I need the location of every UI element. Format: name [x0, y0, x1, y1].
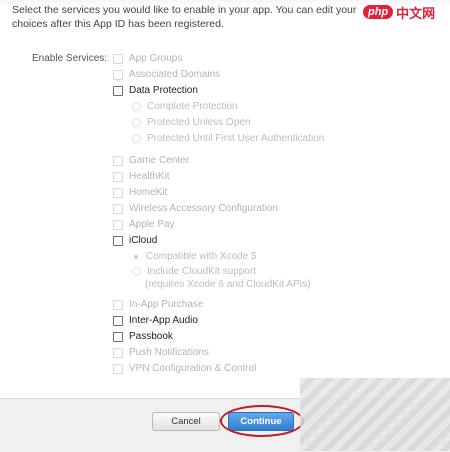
checkbox[interactable] [113, 171, 123, 182]
checkbox[interactable] [113, 299, 123, 310]
pixelated-overlay [300, 378, 450, 451]
data-protection-unless-open[interactable]: Protected Unless Open [132, 117, 250, 128]
highlight-circle [220, 405, 304, 437]
radio-button[interactable] [132, 102, 141, 111]
watermark-php: php [363, 5, 394, 19]
service-apple-pay[interactable]: Apple Pay [113, 219, 175, 230]
checkbox[interactable] [113, 155, 123, 166]
radio-button[interactable] [132, 267, 141, 276]
service-app-groups[interactable]: App Groups [113, 53, 182, 64]
checkbox[interactable] [113, 363, 123, 374]
checkbox[interactable] [113, 315, 123, 326]
checkbox[interactable] [113, 69, 123, 80]
service-icloud[interactable]: iCloud [113, 235, 157, 246]
watermark-cn: 中文网 [396, 5, 436, 21]
radio-button[interactable] [132, 118, 141, 127]
data-protection-until-first-auth[interactable]: Protected Until First User Authenticatio… [132, 133, 324, 144]
service-in-app-purchase[interactable]: In-App Purchase [113, 299, 204, 310]
service-associated-domains[interactable]: Associated Domains [113, 69, 220, 80]
service-homekit[interactable]: HomeKit [113, 187, 167, 198]
intro-text: Select the services you would like to en… [12, 4, 357, 30]
checkbox[interactable] [113, 235, 123, 246]
service-vpn-configuration[interactable]: VPN Configuration & Control [113, 363, 256, 374]
cancel-button[interactable]: Cancel [152, 412, 220, 431]
service-passbook[interactable]: Passbook [113, 331, 173, 342]
icloud-compatible-xcode5[interactable]: Compatible with Xcode 5 [132, 251, 257, 262]
service-inter-app-audio[interactable]: Inter-App Audio [113, 315, 198, 326]
checkbox[interactable] [113, 219, 123, 230]
checkbox[interactable] [113, 203, 123, 214]
watermark-logo: php 中文网 [363, 0, 450, 24]
checkbox[interactable] [113, 85, 123, 96]
checkbox[interactable] [113, 187, 123, 198]
service-game-center[interactable]: Game Center [113, 155, 189, 166]
service-data-protection[interactable]: Data Protection [113, 85, 198, 96]
icloud-include-cloudkit[interactable]: Include CloudKit support [132, 266, 256, 277]
checkbox[interactable] [113, 53, 123, 64]
checkbox[interactable] [113, 347, 123, 358]
radio-selected-icon[interactable] [134, 254, 138, 259]
icloud-cloudkit-note: (requires Xcode 6 and CloudKit APIs) [145, 279, 311, 290]
enable-services-label: Enable Services: [32, 53, 108, 64]
checkbox[interactable] [113, 331, 123, 342]
service-push-notifications[interactable]: Push Notifications [113, 347, 209, 358]
radio-button[interactable] [132, 134, 141, 143]
service-wireless-accessory[interactable]: Wireless Accessory Configuration [113, 203, 278, 214]
service-healthkit[interactable]: HealthKit [113, 171, 170, 182]
data-protection-complete[interactable]: Complete Protection [132, 101, 238, 112]
